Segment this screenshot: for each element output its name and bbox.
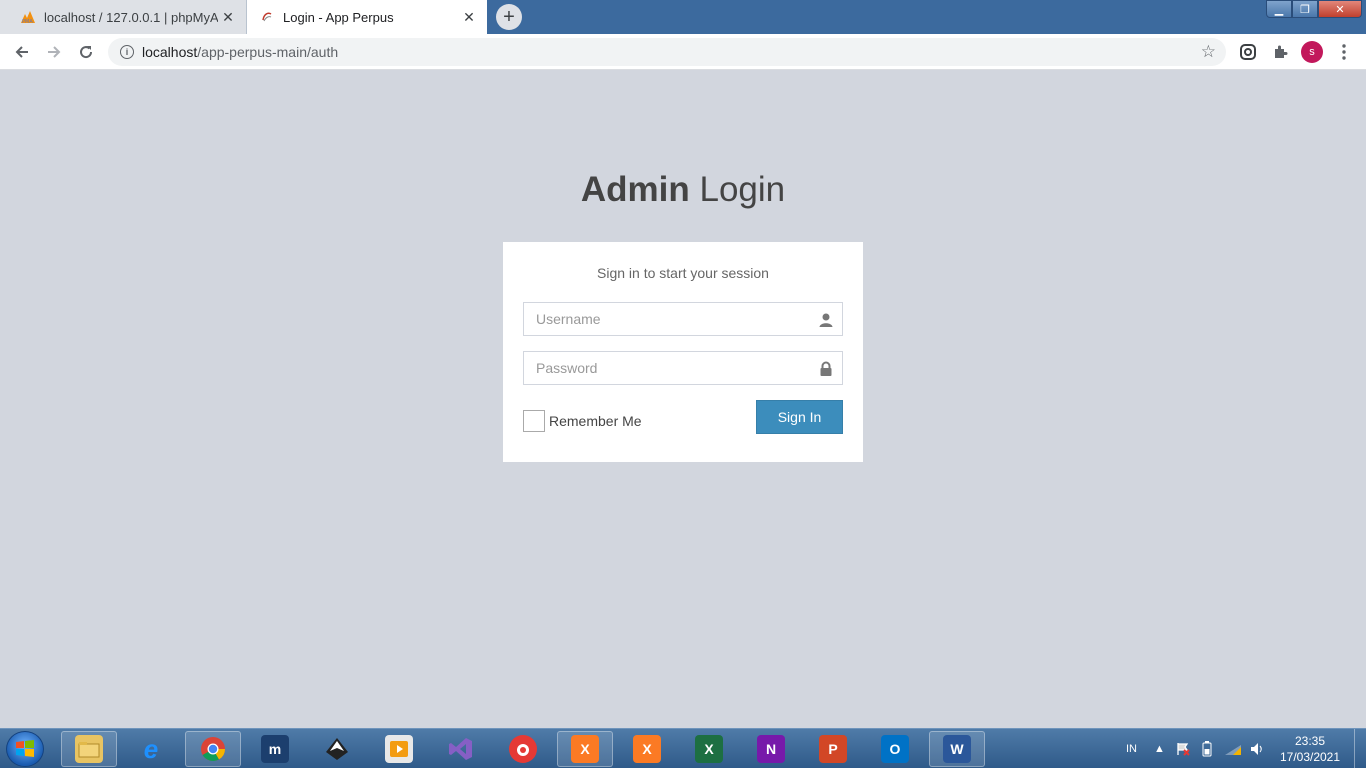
tab-phpmyadmin[interactable]: PMA localhost / 127.0.0.1 | phpMyAdm ✕ xyxy=(0,0,247,34)
battery-icon[interactable] xyxy=(1202,729,1212,768)
taskbar-screen-recorder[interactable] xyxy=(495,731,551,767)
site-info-icon[interactable]: i xyxy=(120,45,134,59)
taskbar-outlook[interactable]: O xyxy=(867,731,923,767)
inkscape-icon xyxy=(323,735,351,763)
onenote-icon: N xyxy=(757,735,785,763)
file-explorer-icon xyxy=(75,735,103,763)
taskbar-xampp[interactable]: X xyxy=(557,731,613,767)
screen-recorder-icon xyxy=(509,735,537,763)
browser-titlebar: PMA localhost / 127.0.0.1 | phpMyAdm ✕ L… xyxy=(0,0,1366,34)
clock-date: 17/03/2021 xyxy=(1279,750,1341,764)
reload-button[interactable] xyxy=(72,38,100,66)
taskbar: e m X X X N P O W IN ▲ 23:35 17/03/2021 xyxy=(0,728,1366,768)
close-tab-icon[interactable]: ✕ xyxy=(459,7,479,27)
username-field-wrapper xyxy=(523,302,843,336)
taskbar-file-explorer[interactable] xyxy=(61,731,117,767)
address-bar[interactable]: i localhost/app-perpus-main/auth ☆ xyxy=(108,38,1226,66)
lock-icon xyxy=(820,361,832,376)
outlook-icon: O xyxy=(881,735,909,763)
phpmyadmin-icon: PMA xyxy=(20,9,36,25)
xampp-icon: X xyxy=(571,735,599,763)
chrome-icon xyxy=(199,735,227,763)
bookmark-star-icon[interactable]: ☆ xyxy=(1201,42,1216,62)
show-desktop-button[interactable] xyxy=(1354,729,1366,768)
start-button[interactable] xyxy=(6,731,44,767)
tab-title: Login - App Perpus xyxy=(283,9,394,25)
taskbar-maxthon[interactable]: m xyxy=(247,731,303,767)
taskbar-word[interactable]: W xyxy=(929,731,985,767)
taskbar-xampp-2[interactable]: X xyxy=(619,731,675,767)
clock-time: 23:35 xyxy=(1294,734,1326,748)
system-clock[interactable]: 23:35 17/03/2021 xyxy=(1278,733,1342,765)
taskbar-onenote[interactable]: N xyxy=(743,731,799,767)
back-button[interactable] xyxy=(8,38,36,66)
browser-toolbar: i localhost/app-perpus-main/auth ☆ xyxy=(0,34,1366,70)
sign-in-button[interactable]: Sign In xyxy=(756,400,843,434)
password-field-wrapper xyxy=(523,351,843,385)
windows-logo-icon xyxy=(16,740,34,757)
xampp-icon-2: X xyxy=(633,735,661,763)
taskbar-inkscape[interactable] xyxy=(309,731,365,767)
taskbar-internet-explorer[interactable]: e xyxy=(123,731,179,767)
action-center-flag-icon[interactable] xyxy=(1176,729,1190,768)
forward-button[interactable] xyxy=(40,38,68,66)
login-box-message: Sign in to start your session xyxy=(597,265,769,281)
internet-explorer-icon: e xyxy=(143,733,159,764)
reload-icon xyxy=(80,46,93,59)
taskbar-visual-studio[interactable] xyxy=(433,731,489,767)
username-input[interactable] xyxy=(524,303,842,335)
word-icon: W xyxy=(943,735,971,763)
page-title: Admin Login xyxy=(0,170,1366,210)
page-favicon-icon xyxy=(259,9,275,25)
login-box: Sign in to start your session Remember M… xyxy=(503,242,863,462)
back-arrow-icon xyxy=(15,46,28,58)
minimize-button[interactable]: ▁ xyxy=(1266,0,1292,18)
taskbar-powerpoint[interactable]: P xyxy=(805,731,861,767)
network-icon[interactable] xyxy=(1224,729,1242,768)
window-controls: ▁ ❐ ✕ xyxy=(1266,0,1362,18)
taskbar-chrome[interactable] xyxy=(185,731,241,767)
taskbar-media-player[interactable] xyxy=(371,731,427,767)
profile-avatar[interactable]: s xyxy=(1301,41,1323,63)
close-tab-icon[interactable]: ✕ xyxy=(218,7,238,27)
visual-studio-icon xyxy=(447,735,475,763)
tray-expand-icon[interactable]: ▲ xyxy=(1154,729,1165,768)
extensions-puzzle-icon[interactable] xyxy=(1270,42,1290,62)
forward-arrow-icon xyxy=(48,46,61,58)
media-player-icon xyxy=(385,735,413,763)
powerpoint-icon: P xyxy=(819,735,847,763)
logo-rest: Login xyxy=(689,170,786,209)
extension-icon[interactable] xyxy=(1238,42,1258,62)
new-tab-button[interactable]: + xyxy=(496,4,522,30)
user-icon xyxy=(819,313,833,327)
password-input[interactable] xyxy=(524,352,842,384)
remember-me-label: Remember Me xyxy=(549,413,642,429)
remember-me[interactable]: Remember Me xyxy=(523,410,642,432)
url-path: /app-perpus-main/auth xyxy=(197,44,339,60)
language-indicator[interactable]: IN xyxy=(1126,729,1137,768)
url-host: localhost xyxy=(142,44,198,60)
maximize-button[interactable]: ❐ xyxy=(1292,0,1318,18)
excel-icon: X xyxy=(695,735,723,763)
svg-text:PMA: PMA xyxy=(22,19,33,24)
tab-title: localhost / 127.0.0.1 | phpMyAdm xyxy=(44,9,218,25)
taskbar-excel[interactable]: X xyxy=(681,731,737,767)
logo-bold: Admin xyxy=(580,170,690,209)
volume-icon[interactable] xyxy=(1250,729,1264,768)
remember-me-checkbox[interactable] xyxy=(523,410,545,432)
menu-kebab-icon[interactable] xyxy=(1334,42,1354,62)
maxthon-icon: m xyxy=(261,735,289,763)
close-window-button[interactable]: ✕ xyxy=(1318,0,1362,18)
tab-login-app-perpus[interactable]: Login - App Perpus ✕ xyxy=(247,0,487,34)
